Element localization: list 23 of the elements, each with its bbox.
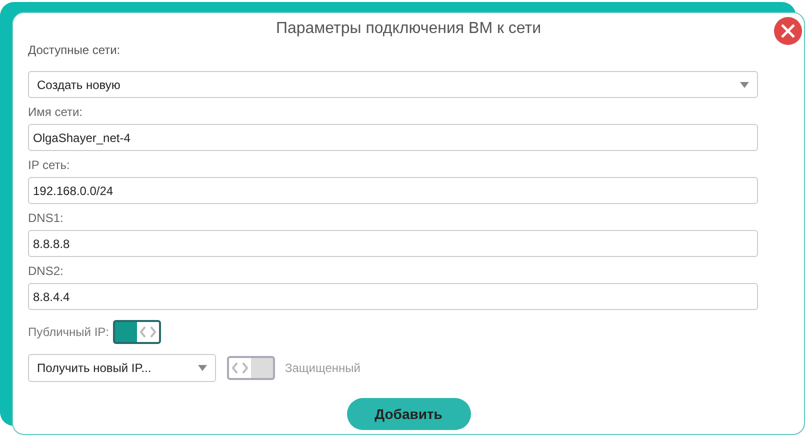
add-button[interactable]: Добавить: [346, 398, 470, 430]
field-label: Публичный IP:: [28, 324, 110, 341]
text-field[interactable]: OlgaShayer_net-4: [28, 124, 758, 151]
field-label: DNS2:: [28, 263, 64, 280]
dialog-title: Параметры подключения ВМ к сети: [276, 19, 542, 39]
toggle-switch[interactable]: [227, 356, 275, 380]
text-field[interactable]: 8.8.4.4: [28, 283, 758, 310]
toggle-knob: [229, 358, 251, 378]
caret-icon: [198, 365, 207, 371]
field-label: IP сеть:: [28, 157, 71, 174]
field-label: DNS1:: [28, 210, 64, 227]
ip-dropdown[interactable]: Получить новый IP...: [28, 354, 216, 382]
toggle-label: Защищенный: [285, 360, 360, 377]
text-field[interactable]: 8.8.8.8: [28, 230, 758, 257]
field-label: Доступные сети:: [28, 42, 122, 59]
toggle-knob: [137, 322, 160, 342]
close-button[interactable]: [774, 17, 802, 45]
close-icon: [781, 24, 795, 38]
caret-icon: [740, 82, 749, 88]
field-label: Имя сети:: [28, 104, 84, 121]
toggle-switch[interactable]: [113, 320, 162, 344]
text-field[interactable]: 192.168.0.0/24: [28, 177, 758, 204]
network-dropdown[interactable]: Создать новую: [28, 71, 758, 98]
